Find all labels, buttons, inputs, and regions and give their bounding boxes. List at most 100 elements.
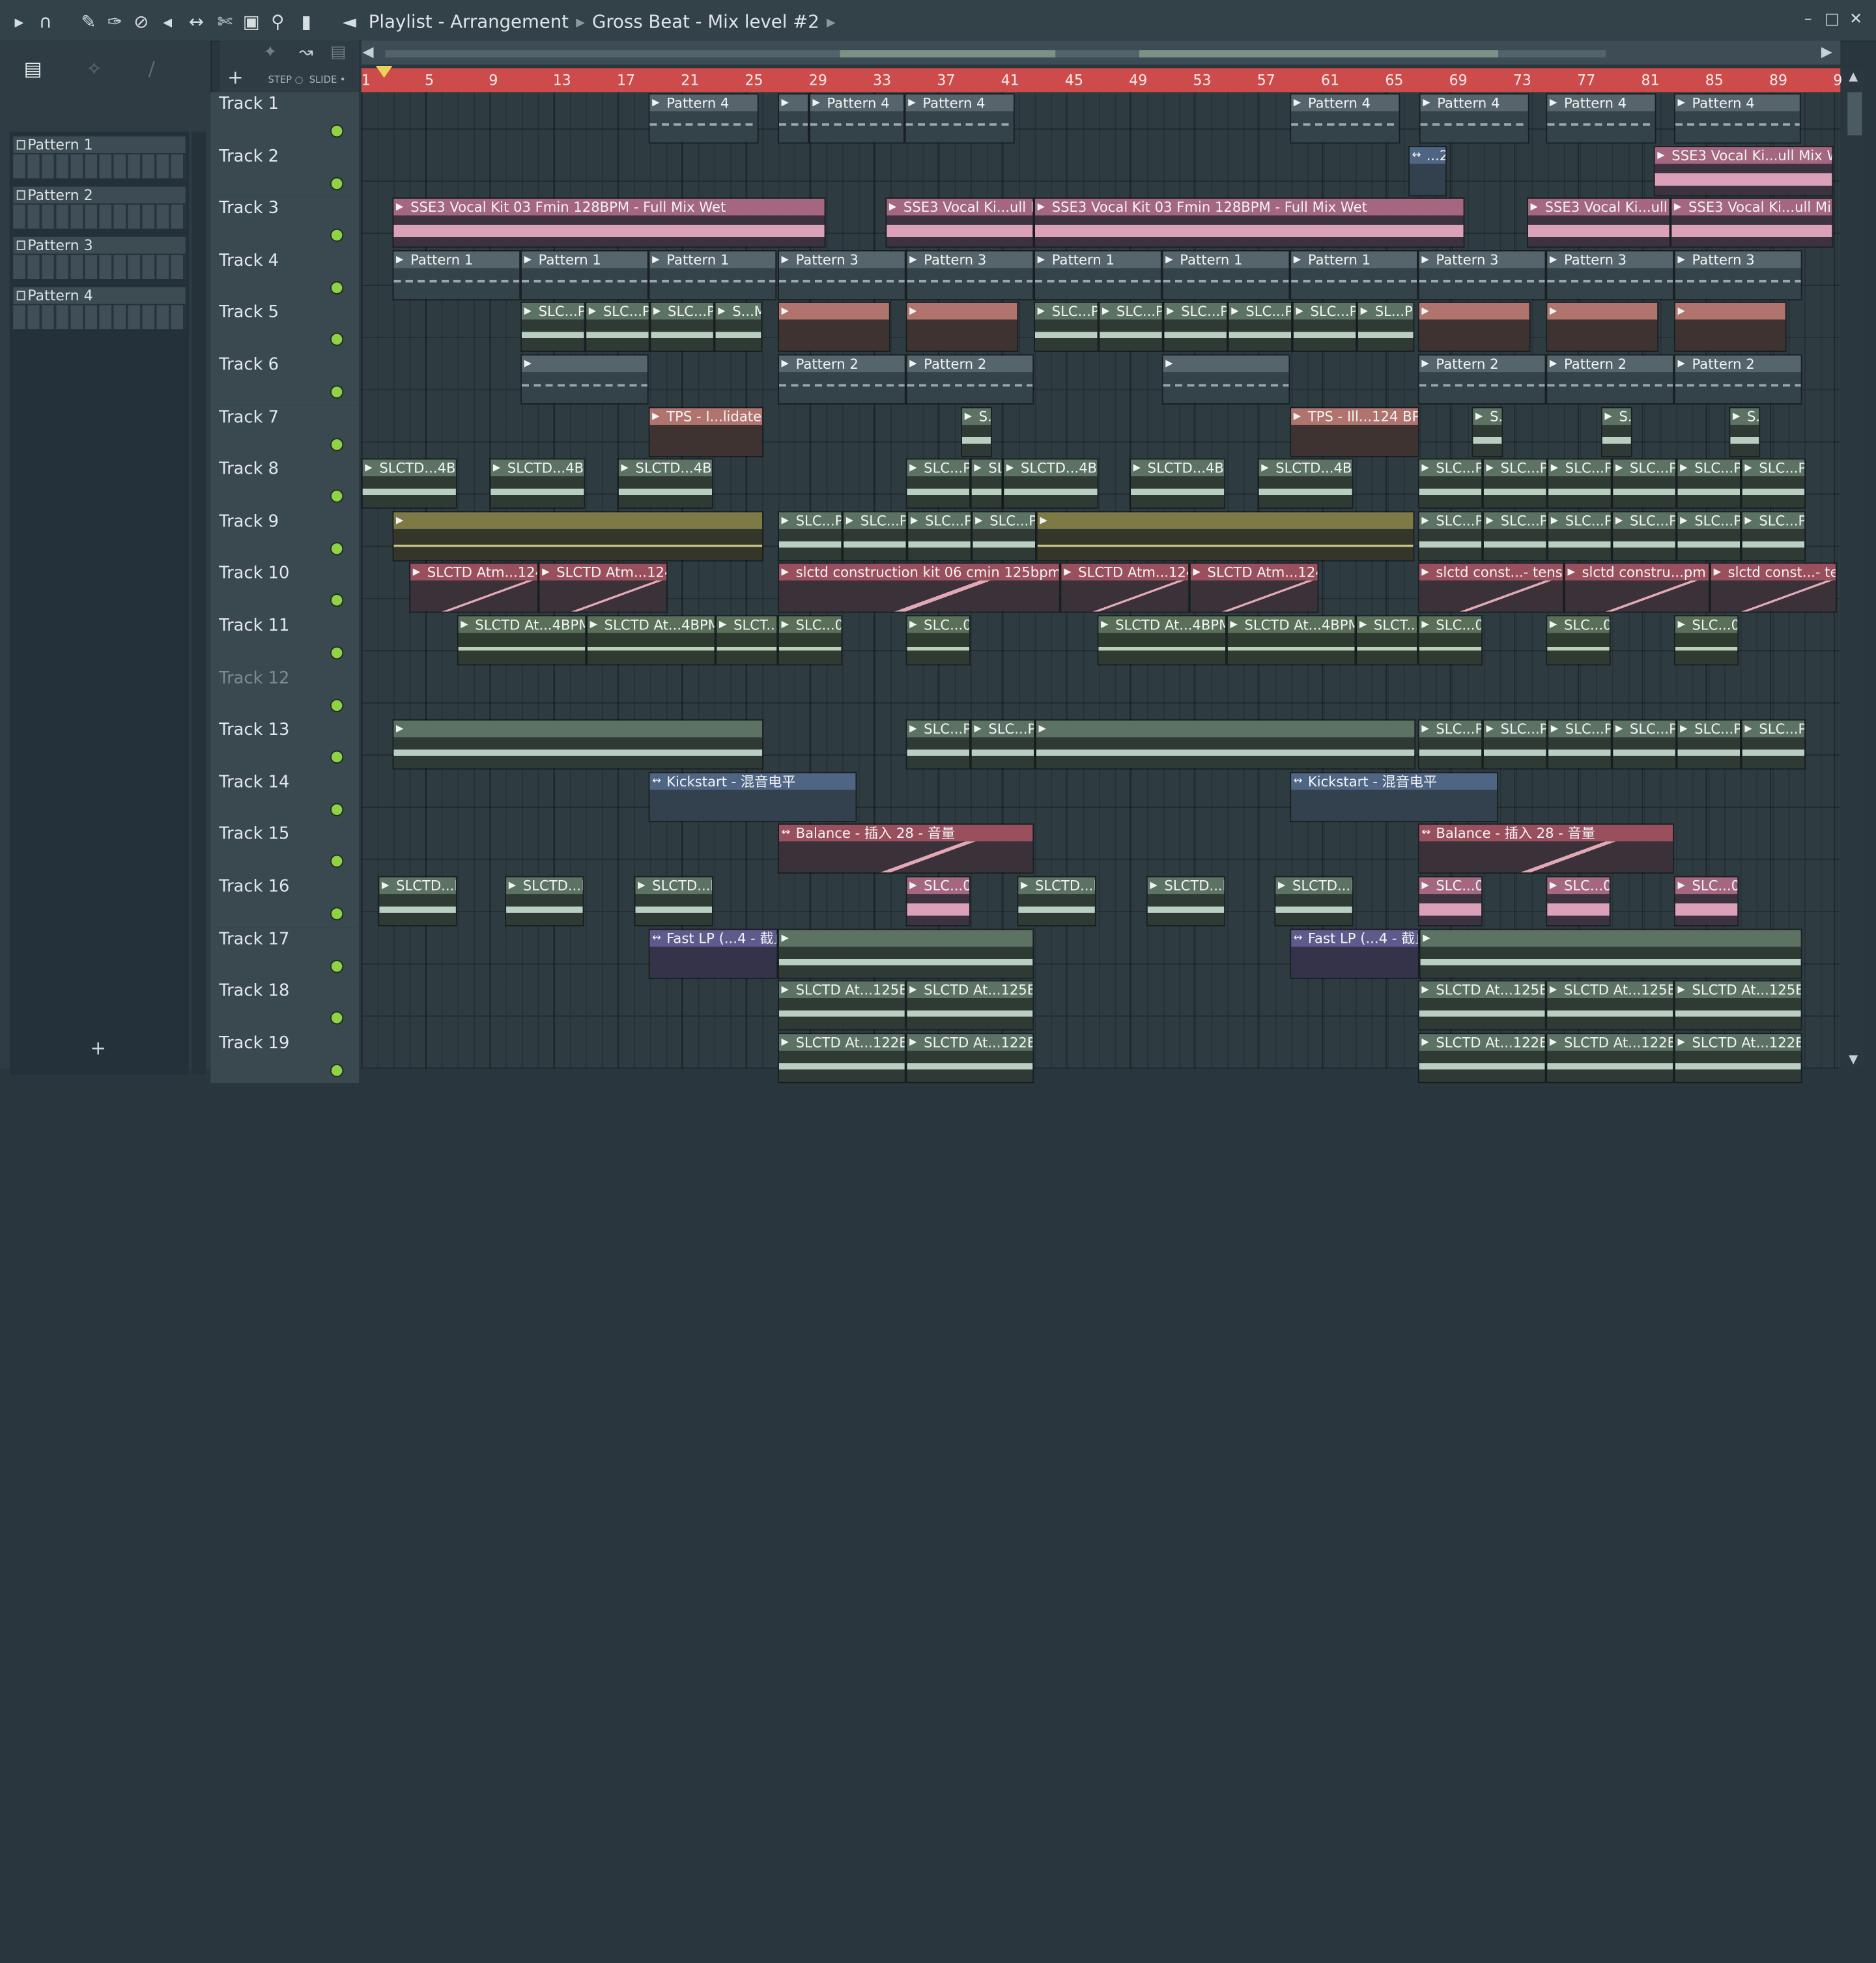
track-led-icon[interactable]: [331, 1065, 343, 1076]
playlist-clip[interactable]: Pattern 4: [648, 93, 759, 144]
arrangement-icon[interactable]: ✦: [263, 43, 277, 62]
playlist-clip[interactable]: [1417, 302, 1531, 352]
playlist-clip[interactable]: SLCTD Atm...124BPM: [1189, 563, 1319, 614]
playlist-clip[interactable]: Balance - 插入 28 - 音量: [778, 824, 1034, 874]
playlist-clip[interactable]: [1035, 719, 1416, 770]
playlist-clip[interactable]: SLC...PM: [905, 719, 971, 770]
curve-icon[interactable]: ↝: [299, 43, 313, 62]
playlist-clip[interactable]: Pattern 1: [648, 250, 777, 300]
playlist-clip[interactable]: Kickstart - 混音电平: [1290, 771, 1498, 822]
playlist-clip[interactable]: Pattern 4: [1290, 93, 1400, 144]
overview-scrollbar[interactable]: [361, 40, 1841, 65]
playlist-clip[interactable]: SLC...PM: [1163, 302, 1228, 352]
playlist-clip[interactable]: SLC...01: [1417, 615, 1483, 666]
vertical-scrollbar[interactable]: ▲ ▼: [1842, 68, 1867, 1069]
playlist-clip[interactable]: TPS - I...lidated): [648, 406, 764, 457]
pattern-item-1[interactable]: Pattern 1: [10, 134, 190, 182]
track-header[interactable]: Track 12: [210, 666, 360, 720]
playlist-clip[interactable]: SLC...07: [905, 876, 971, 926]
track-led-icon[interactable]: [331, 282, 343, 293]
playlist-clip[interactable]: slctd constru...pm -: [1563, 563, 1711, 614]
track-led-icon[interactable]: [331, 960, 343, 971]
playlist-clip[interactable]: [520, 354, 649, 405]
playlist-clip[interactable]: SLC...PM: [1417, 511, 1483, 562]
playlist-clip[interactable]: [392, 511, 764, 562]
add-pattern-button[interactable]: +: [89, 1039, 107, 1058]
playlist-clip[interactable]: SLC...PM: [1034, 302, 1099, 352]
scroll-up-icon[interactable]: ▲: [1849, 70, 1858, 83]
track-led-icon[interactable]: [331, 699, 343, 711]
playlist-clip[interactable]: SSE3 Vocal Ki...ull Mix Wet #4: [1653, 145, 1834, 196]
track-led-icon[interactable]: [331, 908, 343, 919]
playlist-clip[interactable]: SLCTD At...122BPM: [778, 1032, 906, 1083]
playlist-clip[interactable]: SLCTD Atm...124BPM: [409, 563, 539, 614]
playlist-clip[interactable]: Pattern 2: [778, 354, 906, 405]
playhead-marker-icon[interactable]: [375, 66, 393, 78]
playlist-clip[interactable]: Kickstart - 混音电平: [648, 771, 857, 822]
audio-icon[interactable]: ✧: [86, 57, 102, 80]
playlist-clip[interactable]: SLCTD At...4BPM #2: [1226, 615, 1356, 666]
playlist-clip[interactable]: SLC...PM: [1741, 511, 1806, 562]
track-header[interactable]: Track 10: [210, 562, 360, 616]
playlist-clip[interactable]: SLC...PM: [971, 511, 1036, 562]
playlist-clip[interactable]: ...2: [1408, 145, 1447, 196]
slice-icon[interactable]: ✄: [213, 10, 237, 34]
playlist-clip[interactable]: Pattern 2: [1417, 354, 1546, 405]
playlist-clip[interactable]: Fast LP (...4 - 截止: [1290, 928, 1419, 979]
playlist-clip[interactable]: SLC...PM: [1483, 511, 1548, 562]
playlist-clip[interactable]: SLCTD...PM: [1017, 876, 1096, 926]
playlist-clip[interactable]: slctd construction kit 06 cmin 125bpm -: [778, 563, 1060, 614]
playlist-clip[interactable]: SLC...PM: [1417, 458, 1483, 509]
playlist-clip[interactable]: Pattern 3: [1673, 250, 1802, 300]
playlist-clip[interactable]: Pattern 3: [905, 250, 1034, 300]
playlist-clip[interactable]: Pattern 3: [1546, 250, 1674, 300]
playlist-clip[interactable]: SLC...PM: [778, 511, 843, 562]
playlist-clip[interactable]: SLC...PM: [520, 302, 586, 352]
track-header[interactable]: Track 8: [210, 457, 360, 511]
playlist-clip[interactable]: S...: [1729, 406, 1761, 457]
playlist-clip[interactable]: SLC...PM: [1483, 458, 1548, 509]
playlist-clip[interactable]: SSE3 Vocal Ki...ull Mix W: [1527, 197, 1671, 248]
playlist-clip[interactable]: S...: [1471, 406, 1503, 457]
playlist-clip[interactable]: Pattern 1: [1161, 250, 1290, 300]
playlist-clip[interactable]: SLCTD...4BPM: [1002, 458, 1099, 509]
playlist-clip[interactable]: Pattern 1: [392, 250, 521, 300]
playlist-clip[interactable]: SLC...PM: [1098, 302, 1163, 352]
playlist-clip[interactable]: SLC...PM: [1676, 511, 1741, 562]
playlist-clip[interactable]: SLC...PM: [1292, 302, 1357, 352]
playlist-clip[interactable]: SLCTD...4BPM: [361, 458, 457, 509]
playlist-clip[interactable]: S...M: [714, 302, 763, 352]
playlist-clip[interactable]: slctd const...- tension: [1710, 563, 1837, 614]
playlist-clip[interactable]: SLC...PM: [1612, 458, 1677, 509]
playlist-clip[interactable]: SLCTD...4BPM: [489, 458, 586, 509]
track-led-icon[interactable]: [331, 230, 343, 241]
playlist-clip[interactable]: Pattern 4: [904, 93, 1015, 144]
playlist-clip[interactable]: SLCTD At...4BPM #2: [457, 615, 587, 666]
playlist-clip[interactable]: Pattern 3: [1417, 250, 1546, 300]
playlist-clip[interactable]: SLCTD Atm...124BPM: [1060, 563, 1189, 614]
playlist-clip[interactable]: SLCTD...4BPM: [1257, 458, 1354, 509]
minimize-icon[interactable]: –: [1797, 10, 1819, 31]
playlist-clip[interactable]: SLC...PM: [1741, 719, 1806, 770]
playlist-clip[interactable]: SLC...07: [1673, 876, 1739, 926]
track-header[interactable]: Track 1: [210, 92, 360, 146]
playlist-clip[interactable]: SLCTD...PM: [378, 876, 457, 926]
pattern-item-3[interactable]: Pattern 3: [10, 235, 190, 282]
delete-icon[interactable]: ⊘: [129, 10, 153, 34]
playlist-clip[interactable]: [778, 93, 809, 144]
track-led-icon[interactable]: [331, 543, 343, 554]
track-led-icon[interactable]: [331, 334, 343, 345]
playlist-clip[interactable]: [1546, 302, 1659, 352]
playlist-clip[interactable]: SLC...PM: [585, 302, 650, 352]
playlist-clip[interactable]: SLCTD...PM: [634, 876, 713, 926]
select-icon[interactable]: ▣: [239, 10, 263, 34]
playlist-clip[interactable]: Balance - 插入 28 - 音量: [1417, 824, 1674, 874]
playlist-clip[interactable]: SLC...PM: [1227, 302, 1292, 352]
playlist-clip[interactable]: [392, 719, 764, 770]
playlist-clip[interactable]: SLC...PM: [1483, 719, 1548, 770]
track-led-icon[interactable]: [331, 177, 343, 189]
playlist-clip[interactable]: slctd const...- tension: [1417, 563, 1564, 614]
track-header[interactable]: Track 16: [210, 874, 360, 928]
playlist-clip[interactable]: [778, 928, 1034, 979]
playlist-clip[interactable]: Pattern 1: [1034, 250, 1162, 300]
